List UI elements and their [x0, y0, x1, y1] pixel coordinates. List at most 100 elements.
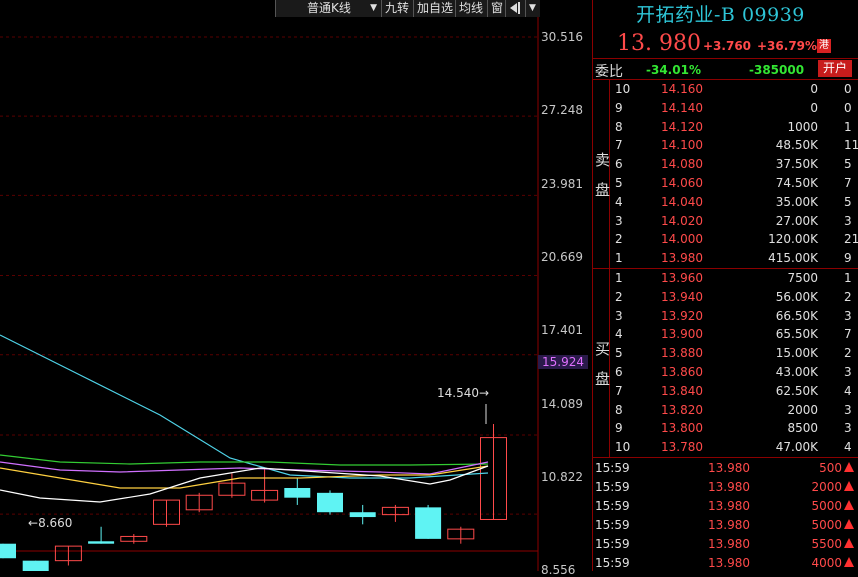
order-book-row[interactable]: 3 13.920 66.50K 3 [593, 307, 858, 326]
order-price: 14.140 [661, 100, 703, 115]
trade-row: 15:59 13.980 4000 [593, 554, 858, 573]
order-volume: 0 [810, 100, 818, 115]
candle-body [284, 487, 311, 498]
order-volume: 1000 [787, 119, 818, 134]
candle-body [415, 507, 442, 539]
y-tick: 14.089 [541, 397, 583, 411]
order-price: 14.020 [661, 213, 703, 228]
order-price: 14.120 [661, 119, 703, 134]
order-book-row[interactable]: 10 14.160 0 0 [593, 80, 858, 99]
kline-type-label: 普通K线 [307, 1, 351, 15]
order-level: 2 [615, 289, 623, 304]
kline-chart[interactable]: 30.516 27.248 23.981 20.669 17.401 15.92… [0, 0, 592, 577]
y-tick: 20.669 [541, 250, 583, 264]
ma-button[interactable]: 均线 [455, 0, 487, 17]
order-price: 13.920 [661, 308, 703, 323]
order-count: 11 [844, 138, 858, 153]
stock-name: 开拓药业-B [636, 4, 736, 26]
order-book-row[interactable]: 7 14.100 48.50K 11 [593, 136, 858, 155]
order-book-row[interactable]: 9 13.800 8500 3 [593, 419, 858, 438]
order-book-row[interactable]: 4 14.040 35.00K 5 [593, 193, 858, 212]
kline-svg[interactable] [0, 0, 592, 576]
order-price: 14.100 [661, 138, 703, 153]
trade-time: 15:59 [595, 499, 630, 513]
trade-row: 15:59 13.980 5000 [593, 516, 858, 535]
jiuzhuan-button[interactable]: 九转 [381, 0, 413, 17]
order-volume: 56.00K [775, 289, 818, 304]
order-count: 21 [844, 232, 858, 247]
order-volume: 120.00K [768, 232, 818, 247]
order-level: 7 [615, 383, 623, 398]
order-volume: 62.50K [775, 383, 818, 398]
stock-title: 开拓药业-B 09939 [636, 0, 805, 27]
order-level: 1 [615, 271, 623, 285]
weibi-label: 委比 [595, 64, 623, 80]
order-book-row[interactable]: 1 13.960 7500 1 [593, 269, 858, 288]
order-volume: 43.00K [775, 365, 818, 379]
order-price: 13.780 [661, 440, 703, 455]
add-watchlist-button[interactable]: 加自选 [413, 0, 455, 17]
order-book-row[interactable]: 8 14.120 1000 1 [593, 118, 858, 137]
order-book-row[interactable]: 5 14.060 74.50K 7 [593, 174, 858, 193]
y-tick: 30.516 [541, 30, 583, 44]
order-level: 3 [615, 213, 623, 228]
order-price: 13.900 [661, 327, 703, 342]
open-account-button[interactable]: 开户 [818, 60, 852, 77]
order-price: 13.820 [661, 402, 703, 417]
trade-time: 15:59 [595, 556, 630, 570]
order-book-row[interactable]: 8 13.820 2000 3 [593, 401, 858, 420]
order-book-row[interactable]: 9 14.140 0 0 [593, 99, 858, 118]
candle-body [349, 512, 376, 518]
order-book-row[interactable]: 7 13.840 62.50K 4 [593, 382, 858, 401]
ma-line-long [0, 334, 489, 479]
kline-type-select[interactable]: 普通K线 ▼ [275, 0, 381, 17]
candle-body [22, 560, 49, 576]
chart-toolbar: 普通K线 ▼ 九转 加自选 均线 窗 ▼ [0, 0, 540, 17]
order-count: 2 [844, 289, 852, 304]
order-price: 13.860 [661, 365, 703, 379]
ma-line [0, 465, 489, 489]
order-book-row[interactable]: 4 13.900 65.50K 7 [593, 325, 858, 344]
order-book-row[interactable]: 1 13.980 415.00K 9 [593, 249, 858, 268]
trade-volume: 5000 [811, 518, 842, 532]
ma-line [0, 454, 489, 466]
order-level: 3 [615, 308, 623, 323]
ma-line [0, 461, 489, 475]
order-price: 13.800 [661, 421, 703, 436]
order-price: 14.160 [661, 82, 703, 96]
trade-row: 15:59 13.980 5500 [593, 535, 858, 554]
window-button[interactable]: 窗 [487, 0, 505, 17]
order-count: 4 [844, 440, 852, 455]
dropdown-arrow-icon: ▼ [370, 3, 377, 13]
more-dropdown-icon[interactable]: ▼ [525, 0, 540, 17]
order-volume: 2000 [787, 402, 818, 417]
up-arrow-icon [844, 500, 854, 510]
order-book-row[interactable]: 3 14.020 27.00K 3 [593, 212, 858, 231]
order-count: 3 [844, 421, 852, 436]
order-volume: 8500 [787, 421, 818, 436]
order-price: 13.840 [661, 383, 703, 398]
order-level: 4 [615, 327, 623, 342]
collapse-panel-icon[interactable] [505, 0, 525, 17]
order-book-row[interactable]: 6 13.860 43.00K 3 [593, 363, 858, 382]
order-count: 3 [844, 365, 852, 379]
order-price: 13.980 [661, 251, 703, 266]
order-book-row[interactable]: 5 13.880 15.00K 2 [593, 344, 858, 363]
y-tick: 10.822 [541, 470, 583, 484]
divider [593, 457, 858, 458]
order-price: 13.880 [661, 346, 703, 361]
order-price: 14.080 [661, 157, 703, 172]
order-count: 1 [844, 119, 852, 134]
order-book-row[interactable]: 2 14.000 120.00K 21 [593, 230, 858, 249]
up-arrow-icon [844, 519, 854, 529]
order-book-row[interactable]: 2 13.940 56.00K 2 [593, 288, 858, 307]
up-arrow-icon [844, 538, 854, 548]
y-tick: 23.981 [541, 177, 583, 191]
order-level: 1 [615, 251, 623, 266]
y-tick: 8.556 [541, 563, 576, 577]
order-book-row[interactable]: 10 13.780 47.00K 4 [593, 438, 858, 457]
order-volume: 37.50K [775, 157, 818, 172]
order-book-row[interactable]: 6 14.080 37.50K 5 [593, 155, 858, 174]
order-price: 13.940 [661, 289, 703, 304]
price-change: +3.760 [703, 39, 752, 53]
